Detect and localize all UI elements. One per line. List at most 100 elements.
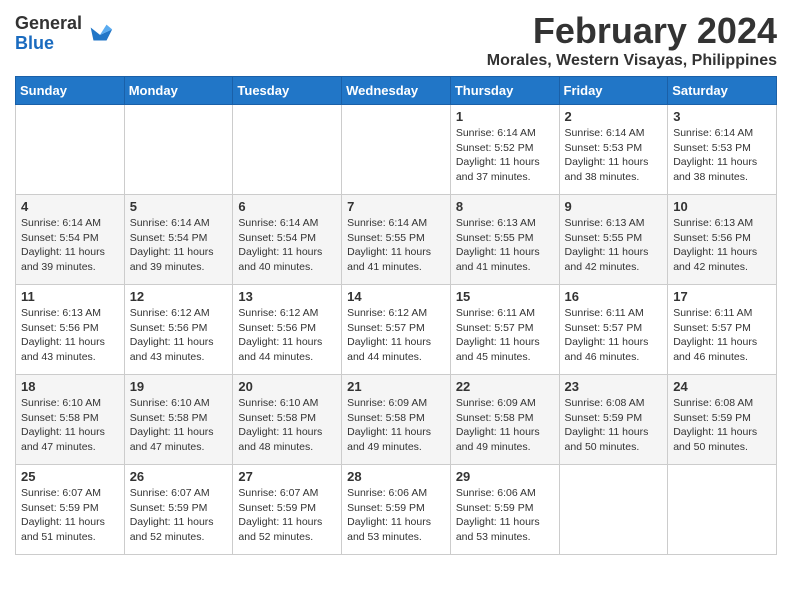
day-info: Sunrise: 6:13 AM Sunset: 5:56 PM Dayligh… [21, 306, 119, 365]
day-info: Sunrise: 6:11 AM Sunset: 5:57 PM Dayligh… [456, 306, 554, 365]
calendar-cell: 22 Sunrise: 6:09 AM Sunset: 5:58 PM Dayli… [450, 375, 559, 465]
day-number: 6 [238, 199, 336, 214]
day-number: 29 [456, 469, 554, 484]
day-number: 28 [347, 469, 445, 484]
day-number: 17 [673, 289, 771, 304]
title-area: February 2024 Morales, Western Visayas, … [487, 10, 777, 70]
calendar-cell [342, 105, 451, 195]
day-number: 8 [456, 199, 554, 214]
day-info: Sunrise: 6:14 AM Sunset: 5:52 PM Dayligh… [456, 126, 554, 185]
day-info: Sunrise: 6:14 AM Sunset: 5:55 PM Dayligh… [347, 216, 445, 275]
calendar-cell: 2Sunrise: 6:14 AM Sunset: 5:53 PM Daylig… [559, 105, 668, 195]
month-year-title: February 2024 [487, 10, 777, 52]
day-info: Sunrise: 6:14 AM Sunset: 5:53 PM Dayligh… [565, 126, 663, 185]
day-number: 24 [673, 379, 771, 394]
day-info: Sunrise: 6:10 AM Sunset: 5:58 PM Dayligh… [238, 396, 336, 455]
calendar-cell: 25Sunrise: 6:07 AM Sunset: 5:59 PM Dayli… [16, 465, 125, 555]
day-number: 15 [456, 289, 554, 304]
calendar-cell: 7 Sunrise: 6:14 AM Sunset: 5:55 PM Daylig… [342, 195, 451, 285]
calendar-table: SundayMondayTuesdayWednesdayThursdayFrid… [15, 76, 777, 555]
day-info: Sunrise: 6:06 AM Sunset: 5:59 PM Dayligh… [456, 486, 554, 545]
day-number: 5 [130, 199, 228, 214]
column-header-tuesday: Tuesday [233, 77, 342, 105]
day-number: 9 [565, 199, 663, 214]
calendar-week-row: 18 Sunrise: 6:10 AM Sunset: 5:58 PM Dayli… [16, 375, 777, 465]
calendar-cell: 15 Sunrise: 6:11 AM Sunset: 5:57 PM Dayli… [450, 285, 559, 375]
column-header-sunday: Sunday [16, 77, 125, 105]
calendar-cell: 6 Sunrise: 6:14 AM Sunset: 5:54 PM Daylig… [233, 195, 342, 285]
day-info: Sunrise: 6:13 AM Sunset: 5:56 PM Dayligh… [673, 216, 771, 275]
day-number: 4 [21, 199, 119, 214]
calendar-cell: 18 Sunrise: 6:10 AM Sunset: 5:58 PM Dayli… [16, 375, 125, 465]
calendar-week-row: 25Sunrise: 6:07 AM Sunset: 5:59 PM Dayli… [16, 465, 777, 555]
calendar-cell: 12 Sunrise: 6:12 AM Sunset: 5:56 PM Dayli… [124, 285, 233, 375]
logo-icon [86, 20, 114, 48]
column-header-friday: Friday [559, 77, 668, 105]
day-info: Sunrise: 6:08 AM Sunset: 5:59 PM Dayligh… [565, 396, 663, 455]
logo-blue-text: Blue [15, 34, 82, 54]
day-number: 19 [130, 379, 228, 394]
day-info: Sunrise: 6:07 AM Sunset: 5:59 PM Dayligh… [21, 486, 119, 545]
day-info: Sunrise: 6:12 AM Sunset: 5:56 PM Dayligh… [130, 306, 228, 365]
day-number: 22 [456, 379, 554, 394]
day-info: Sunrise: 6:14 AM Sunset: 5:54 PM Dayligh… [238, 216, 336, 275]
location-subtitle: Morales, Western Visayas, Philippines [487, 52, 777, 70]
day-number: 10 [673, 199, 771, 214]
calendar-cell: 4 Sunrise: 6:14 AM Sunset: 5:54 PM Daylig… [16, 195, 125, 285]
calendar-cell: 1 Sunrise: 6:14 AM Sunset: 5:52 PM Daylig… [450, 105, 559, 195]
calendar-cell: 3 Sunrise: 6:14 AM Sunset: 5:53 PM Daylig… [668, 105, 777, 195]
day-info: Sunrise: 6:10 AM Sunset: 5:58 PM Dayligh… [130, 396, 228, 455]
column-header-saturday: Saturday [668, 77, 777, 105]
calendar-cell: 8 Sunrise: 6:13 AM Sunset: 5:55 PM Daylig… [450, 195, 559, 285]
calendar-cell: 19 Sunrise: 6:10 AM Sunset: 5:58 PM Dayli… [124, 375, 233, 465]
day-number: 7 [347, 199, 445, 214]
day-number: 18 [21, 379, 119, 394]
calendar-cell: 14 Sunrise: 6:12 AM Sunset: 5:57 PM Dayli… [342, 285, 451, 375]
calendar-cell [124, 105, 233, 195]
calendar-week-row: 11 Sunrise: 6:13 AM Sunset: 5:56 PM Dayli… [16, 285, 777, 375]
calendar-cell: 23Sunrise: 6:08 AM Sunset: 5:59 PM Dayli… [559, 375, 668, 465]
day-number: 13 [238, 289, 336, 304]
logo: General Blue [15, 14, 114, 54]
calendar-cell: 21Sunrise: 6:09 AM Sunset: 5:58 PM Dayli… [342, 375, 451, 465]
day-info: Sunrise: 6:14 AM Sunset: 5:54 PM Dayligh… [21, 216, 119, 275]
calendar-cell: 9 Sunrise: 6:13 AM Sunset: 5:55 PM Daylig… [559, 195, 668, 285]
calendar-header-row: SundayMondayTuesdayWednesdayThursdayFrid… [16, 77, 777, 105]
day-info: Sunrise: 6:11 AM Sunset: 5:57 PM Dayligh… [673, 306, 771, 365]
column-header-thursday: Thursday [450, 77, 559, 105]
day-info: Sunrise: 6:12 AM Sunset: 5:56 PM Dayligh… [238, 306, 336, 365]
day-info: Sunrise: 6:13 AM Sunset: 5:55 PM Dayligh… [456, 216, 554, 275]
day-info: Sunrise: 6:07 AM Sunset: 5:59 PM Dayligh… [130, 486, 228, 545]
calendar-cell: 10 Sunrise: 6:13 AM Sunset: 5:56 PM Dayli… [668, 195, 777, 285]
calendar-cell: 29 Sunrise: 6:06 AM Sunset: 5:59 PM Dayli… [450, 465, 559, 555]
calendar-cell: 27Sunrise: 6:07 AM Sunset: 5:59 PM Dayli… [233, 465, 342, 555]
logo-general-text: General [15, 14, 82, 34]
day-info: Sunrise: 6:10 AM Sunset: 5:58 PM Dayligh… [21, 396, 119, 455]
day-info: Sunrise: 6:12 AM Sunset: 5:57 PM Dayligh… [347, 306, 445, 365]
calendar-week-row: 1 Sunrise: 6:14 AM Sunset: 5:52 PM Daylig… [16, 105, 777, 195]
day-number: 1 [456, 109, 554, 124]
day-number: 11 [21, 289, 119, 304]
calendar-cell: 5Sunrise: 6:14 AM Sunset: 5:54 PM Daylig… [124, 195, 233, 285]
day-info: Sunrise: 6:08 AM Sunset: 5:59 PM Dayligh… [673, 396, 771, 455]
calendar-cell: 28Sunrise: 6:06 AM Sunset: 5:59 PM Dayli… [342, 465, 451, 555]
day-info: Sunrise: 6:13 AM Sunset: 5:55 PM Dayligh… [565, 216, 663, 275]
column-header-wednesday: Wednesday [342, 77, 451, 105]
day-number: 20 [238, 379, 336, 394]
calendar-cell: 16Sunrise: 6:11 AM Sunset: 5:57 PM Dayli… [559, 285, 668, 375]
calendar-week-row: 4 Sunrise: 6:14 AM Sunset: 5:54 PM Daylig… [16, 195, 777, 285]
calendar-cell [559, 465, 668, 555]
day-info: Sunrise: 6:07 AM Sunset: 5:59 PM Dayligh… [238, 486, 336, 545]
day-info: Sunrise: 6:11 AM Sunset: 5:57 PM Dayligh… [565, 306, 663, 365]
calendar-cell: 20 Sunrise: 6:10 AM Sunset: 5:58 PM Dayli… [233, 375, 342, 465]
calendar-cell [16, 105, 125, 195]
page-header: General Blue February 2024 Morales, West… [15, 10, 777, 70]
day-number: 12 [130, 289, 228, 304]
day-info: Sunrise: 6:14 AM Sunset: 5:53 PM Dayligh… [673, 126, 771, 185]
calendar-cell: 11 Sunrise: 6:13 AM Sunset: 5:56 PM Dayli… [16, 285, 125, 375]
calendar-cell [668, 465, 777, 555]
day-number: 21 [347, 379, 445, 394]
day-info: Sunrise: 6:09 AM Sunset: 5:58 PM Dayligh… [456, 396, 554, 455]
day-number: 3 [673, 109, 771, 124]
day-number: 14 [347, 289, 445, 304]
